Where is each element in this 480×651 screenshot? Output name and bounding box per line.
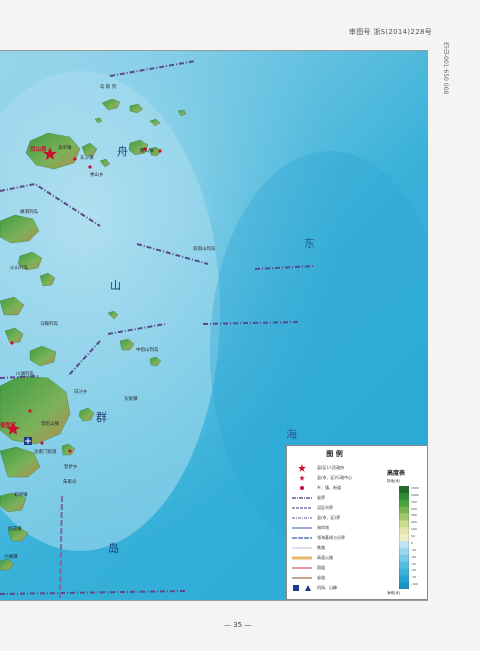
dash-icon: [291, 504, 313, 512]
label-island-d: 六横镇: [4, 555, 18, 560]
label-town-5: 沈家门街道: [34, 450, 57, 455]
elevation-tick-label: 1000: [411, 492, 419, 497]
label-island-c: 桃花镇: [8, 527, 22, 532]
legend-item: 县(区)人民政府: [291, 464, 381, 474]
label-island-east: 浪岗山列岛: [193, 247, 216, 252]
legend-item: 海岸线: [291, 524, 381, 534]
legend-item: 设区市界: [291, 504, 381, 514]
label-island-k: 川湖列岛: [16, 372, 34, 377]
band-thin-icon: [291, 564, 313, 572]
airport-symbol: [24, 437, 32, 445]
legend-item-label: 机场、山峰: [317, 585, 337, 590]
sea-label-2: 海: [286, 428, 297, 441]
label-island-g: 朱家尖: [63, 480, 77, 485]
legend-item: 县(市、区)行政中心: [291, 474, 381, 484]
map-approval-number: 审图号 浙S(2014)228号: [348, 28, 432, 36]
legend-title: 图 例: [326, 450, 343, 458]
legend-item-label: 省道: [317, 575, 325, 580]
elevation-tick-label: 50: [411, 534, 415, 539]
legend-item: 省界: [291, 494, 381, 504]
label-island-h: 嵊泗列岛: [20, 210, 38, 215]
elevation-tick-label: 300: [411, 513, 417, 518]
archipelago-label-1: 舟: [117, 145, 128, 158]
legend-item-label: 领海基线与分界: [317, 535, 345, 540]
legend-item: 领海基线与分界: [291, 534, 381, 544]
page-number: — 35 —: [224, 621, 252, 629]
elevation-title: 高度表: [387, 470, 406, 477]
elevation-tick-label: -10: [411, 547, 416, 552]
elevation-tick-label: -70: [411, 575, 416, 580]
map-legend: 图 例 县(区)人民政府县(市、区)行政中心 乡、镇、街道 省界设区市界县(市、区)…: [286, 445, 428, 600]
airport-peak-icon: [291, 584, 313, 592]
elevation-tick-label: 200: [411, 520, 417, 525]
elevation-tick-label: 0: [411, 540, 413, 545]
legend-item: 乡、镇、街道: [291, 484, 381, 494]
legend-item: 铁路: [291, 544, 381, 554]
vertical-catalog-code: 岱山-001·650 008: [442, 42, 449, 95]
label-island-e: 白沙乡: [74, 390, 88, 395]
legend-item-label: 设区市界: [317, 505, 333, 510]
legend-item-label: 县(市、区)行政中心: [317, 475, 353, 480]
label-island-f: 登步乡: [64, 465, 78, 470]
dash-long-icon: [291, 534, 313, 542]
line-icon: [291, 524, 313, 532]
elevation-unit-sea: 海域(米): [387, 591, 401, 595]
dash-dot-icon: [291, 494, 313, 502]
archipelago-label-2: 山: [110, 279, 121, 292]
elevation-tick-label: -30: [411, 561, 416, 566]
label-town-6: 普陀山镇: [41, 422, 59, 427]
line-thin-icon: [291, 544, 313, 552]
archipelago-label-4: 岛: [108, 542, 119, 555]
legend-item-label: 县(区)人民政府: [317, 465, 345, 470]
label-island-i: 火山列岛: [10, 266, 28, 271]
legend-item-label: 海岸线: [317, 525, 329, 530]
dot-icon: [291, 484, 313, 492]
elevation-color-ramp: [398, 485, 410, 590]
label-island-j: 马鞍列岛: [40, 322, 58, 327]
sea-label-1: 东: [304, 237, 315, 250]
legend-item: 国道: [291, 564, 381, 574]
legend-item-label: 乡、镇、街道: [317, 485, 341, 490]
elevation-tick-label: 500: [411, 506, 417, 511]
label-island-b: 虾峙镇: [14, 493, 28, 498]
legend-item-label: 县(市、区)界: [317, 515, 341, 520]
star-large-icon: [291, 464, 313, 472]
label-town-2: 东沙镇: [80, 156, 94, 161]
elevation-tick-label: 1500: [411, 486, 419, 490]
legend-item: 省道: [291, 574, 381, 584]
legend-item: 高速公路: [291, 554, 381, 564]
legend-item: 机场、山峰: [291, 584, 381, 594]
label-district: 普陀区: [0, 423, 17, 429]
legend-item: 县(市、区)界: [291, 514, 381, 524]
legend-item-label: 高速公路: [317, 555, 333, 560]
dash-dot-thin-icon: [291, 514, 313, 522]
legend-item-label: 国道: [317, 565, 325, 570]
label-town-3: 衢山镇: [140, 149, 154, 154]
label-island-mid: 中街山列岛: [136, 348, 159, 353]
band-thin2-icon: [291, 574, 313, 582]
elevation-tick-label: -20: [411, 554, 416, 559]
legend-item-label: 省界: [317, 495, 325, 500]
label-island-north: 岛 斯 列: [100, 85, 117, 90]
elevation-tick-label: -50: [411, 568, 416, 573]
legend-item-label: 铁路: [317, 545, 325, 550]
elevation-tick-label: 100: [411, 527, 417, 532]
elevation-tick-label: -100: [411, 582, 418, 587]
label-town-4: 秀山乡: [90, 173, 104, 178]
archipelago-label-3: 群: [96, 411, 107, 424]
label-town-1: 高亭镇: [58, 146, 72, 151]
star-small-icon: [291, 474, 313, 482]
elevation-unit-land: 陆地(米): [387, 479, 401, 483]
label-island-a: 东极镇: [124, 397, 138, 402]
elevation-tick-label: 700: [411, 499, 417, 504]
band-icon: [291, 554, 313, 562]
label-county-seat: 岱山县: [30, 147, 47, 153]
